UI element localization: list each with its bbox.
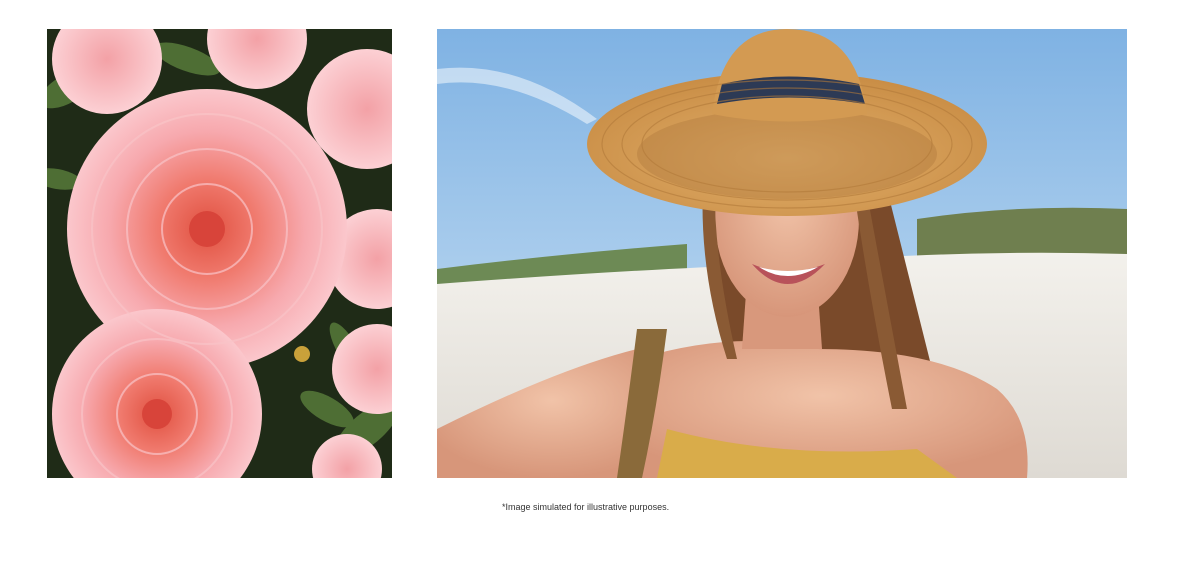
selfie-illustration xyxy=(437,29,1127,478)
disclaimer-text: *Image simulated for illustrative purpos… xyxy=(502,502,670,512)
flower-illustration xyxy=(47,29,392,478)
flower-photo xyxy=(47,29,392,478)
selfie-photo xyxy=(437,29,1127,478)
